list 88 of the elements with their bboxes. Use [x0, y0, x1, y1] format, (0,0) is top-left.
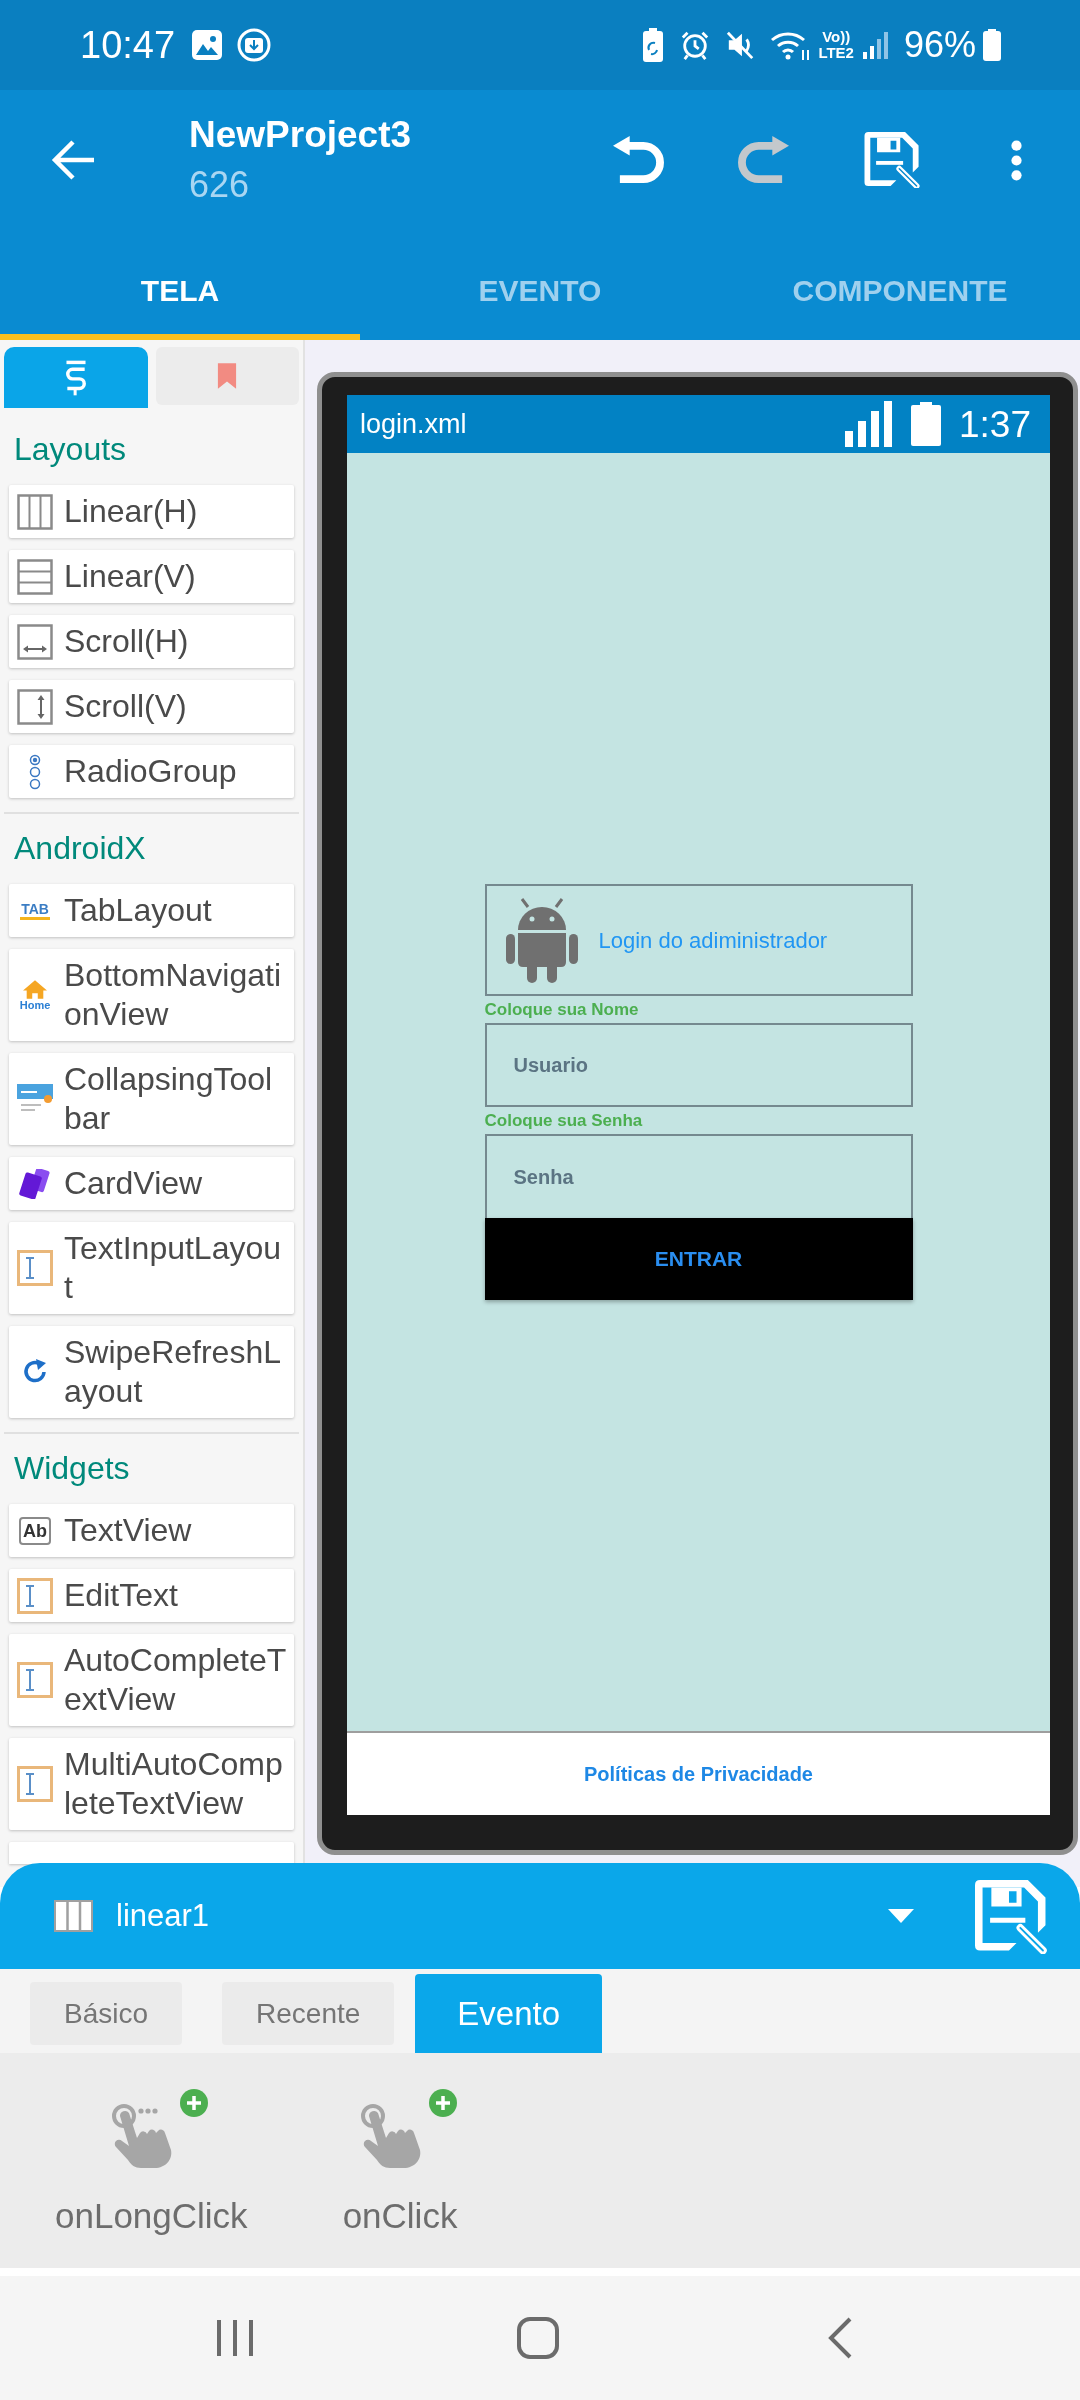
palette-item[interactable]: EditText	[9, 1569, 294, 1622]
palette-item[interactable]: SwipeRefreshLayout	[9, 1326, 294, 1418]
recents-button[interactable]	[216, 2318, 254, 2358]
login-title: Login do adiministrador	[598, 926, 828, 955]
robot-icon	[505, 897, 578, 983]
palette-item[interactable]: Ab TextView	[9, 1504, 294, 1557]
plus-icon	[180, 2089, 209, 2117]
signal-icon	[845, 401, 894, 447]
save-button[interactable]	[864, 132, 921, 188]
redo-icon	[737, 135, 790, 185]
vertical-scroll-icon	[17, 688, 53, 725]
text-field[interactable]: Usuario	[484, 1023, 913, 1107]
login-button[interactable]: ENTRAR	[484, 1218, 913, 1300]
more-options-icon	[1010, 138, 1023, 182]
file-name: login.xml	[360, 410, 467, 438]
text-cursor-icon	[17, 1250, 53, 1286]
network-type-label: LTE2	[818, 45, 854, 61]
save-icon	[864, 132, 921, 188]
project-id: 626	[189, 163, 251, 207]
event-button[interactable]: onClick	[342, 2089, 458, 2236]
plus-icon	[429, 2089, 457, 2117]
undo-button[interactable]	[612, 135, 665, 185]
undo-icon	[612, 135, 665, 185]
battery-icon	[982, 29, 1002, 61]
caret-down-icon	[888, 1909, 914, 1923]
house-icon	[23, 979, 47, 999]
home-icon	[517, 2317, 559, 2359]
project-title: NewProject3	[189, 113, 412, 157]
field-label: Coloque sua Senha	[484, 1110, 644, 1132]
battery-icon	[911, 402, 941, 446]
palette-item[interactable]: RadioGroup	[9, 745, 294, 798]
image-icon	[191, 29, 224, 61]
preview-time: 1:37	[959, 405, 1031, 443]
back-nav-button[interactable]	[828, 2317, 852, 2359]
save-button[interactable]	[975, 1878, 1048, 1954]
wifi-icon	[770, 29, 811, 61]
toolbar-icon	[17, 1084, 53, 1114]
radio-buttons-icon	[29, 753, 41, 790]
property-tab[interactable]: Básico	[30, 1982, 183, 2045]
download-icon	[237, 28, 272, 62]
palette-item[interactable]: Linear(V)	[9, 550, 294, 603]
palette-item[interactable]: MultiAutoCompleteTextView	[9, 1738, 294, 1830]
section-title: Layouts	[13, 430, 128, 469]
palette-item[interactable]: TAB TabLayout	[9, 884, 294, 937]
recents-icon	[216, 2318, 254, 2358]
back-arrow-icon	[50, 139, 96, 181]
back-icon	[828, 2317, 852, 2359]
more-button[interactable]	[1010, 138, 1023, 182]
save-icon	[975, 1878, 1048, 1954]
field-label: Coloque sua Nome	[484, 999, 640, 1021]
home-button[interactable]	[517, 2317, 559, 2359]
text-cursor-icon	[17, 1577, 53, 1614]
palette-item[interactable]: Home BottomNavigationView	[9, 949, 294, 1041]
columns-icon	[54, 1900, 93, 1932]
horizontal-scroll-icon	[17, 623, 53, 660]
volte-label: Vo))	[822, 29, 851, 45]
palette-item[interactable]: Scroll(V)	[9, 680, 294, 733]
rows-icon	[17, 558, 53, 595]
text-cursor-icon	[17, 1662, 53, 1698]
palette-tab[interactable]	[4, 347, 148, 408]
palette-tab[interactable]	[155, 347, 299, 405]
palette-item[interactable]: TextInputLayout	[9, 1222, 294, 1314]
battery-saver-icon	[642, 28, 665, 62]
palette-item[interactable]: AutoCompleteTextView	[9, 1634, 294, 1726]
palette-item[interactable]: CollapsingToolbar	[9, 1053, 294, 1145]
alarm-icon	[680, 30, 711, 60]
tab-icon-label: TAB	[20, 901, 50, 920]
privacy-policy-link[interactable]: Políticas de Privacidade	[584, 1759, 813, 1789]
signal-icon	[861, 31, 890, 59]
palette-item[interactable]: CardView	[9, 1157, 294, 1210]
columns-icon	[17, 493, 53, 530]
battery-percent: 96%	[903, 27, 976, 63]
event-button[interactable]: onLongClick	[55, 2089, 248, 2236]
section-title: Widgets	[13, 1449, 131, 1488]
component-name: linear1	[116, 1896, 210, 1935]
text-cursor-icon	[17, 1766, 53, 1802]
text-icon-label: Ab	[19, 1516, 51, 1545]
back-button[interactable]	[50, 139, 96, 181]
bookmark-icon	[217, 362, 238, 390]
home-icon-label: Home	[19, 998, 51, 1011]
palette-item[interactable]: Scroll(H)	[9, 615, 294, 668]
palette-item[interactable]	[9, 1842, 294, 1864]
palette-item[interactable]: Linear(H)	[9, 485, 294, 538]
dropdown-button[interactable]	[888, 1909, 914, 1923]
section-title: AndroidX	[13, 829, 147, 868]
status-time: 10:47	[80, 26, 176, 64]
property-tab[interactable]: Recente	[222, 1982, 395, 2045]
cards-icon	[19, 1168, 51, 1199]
